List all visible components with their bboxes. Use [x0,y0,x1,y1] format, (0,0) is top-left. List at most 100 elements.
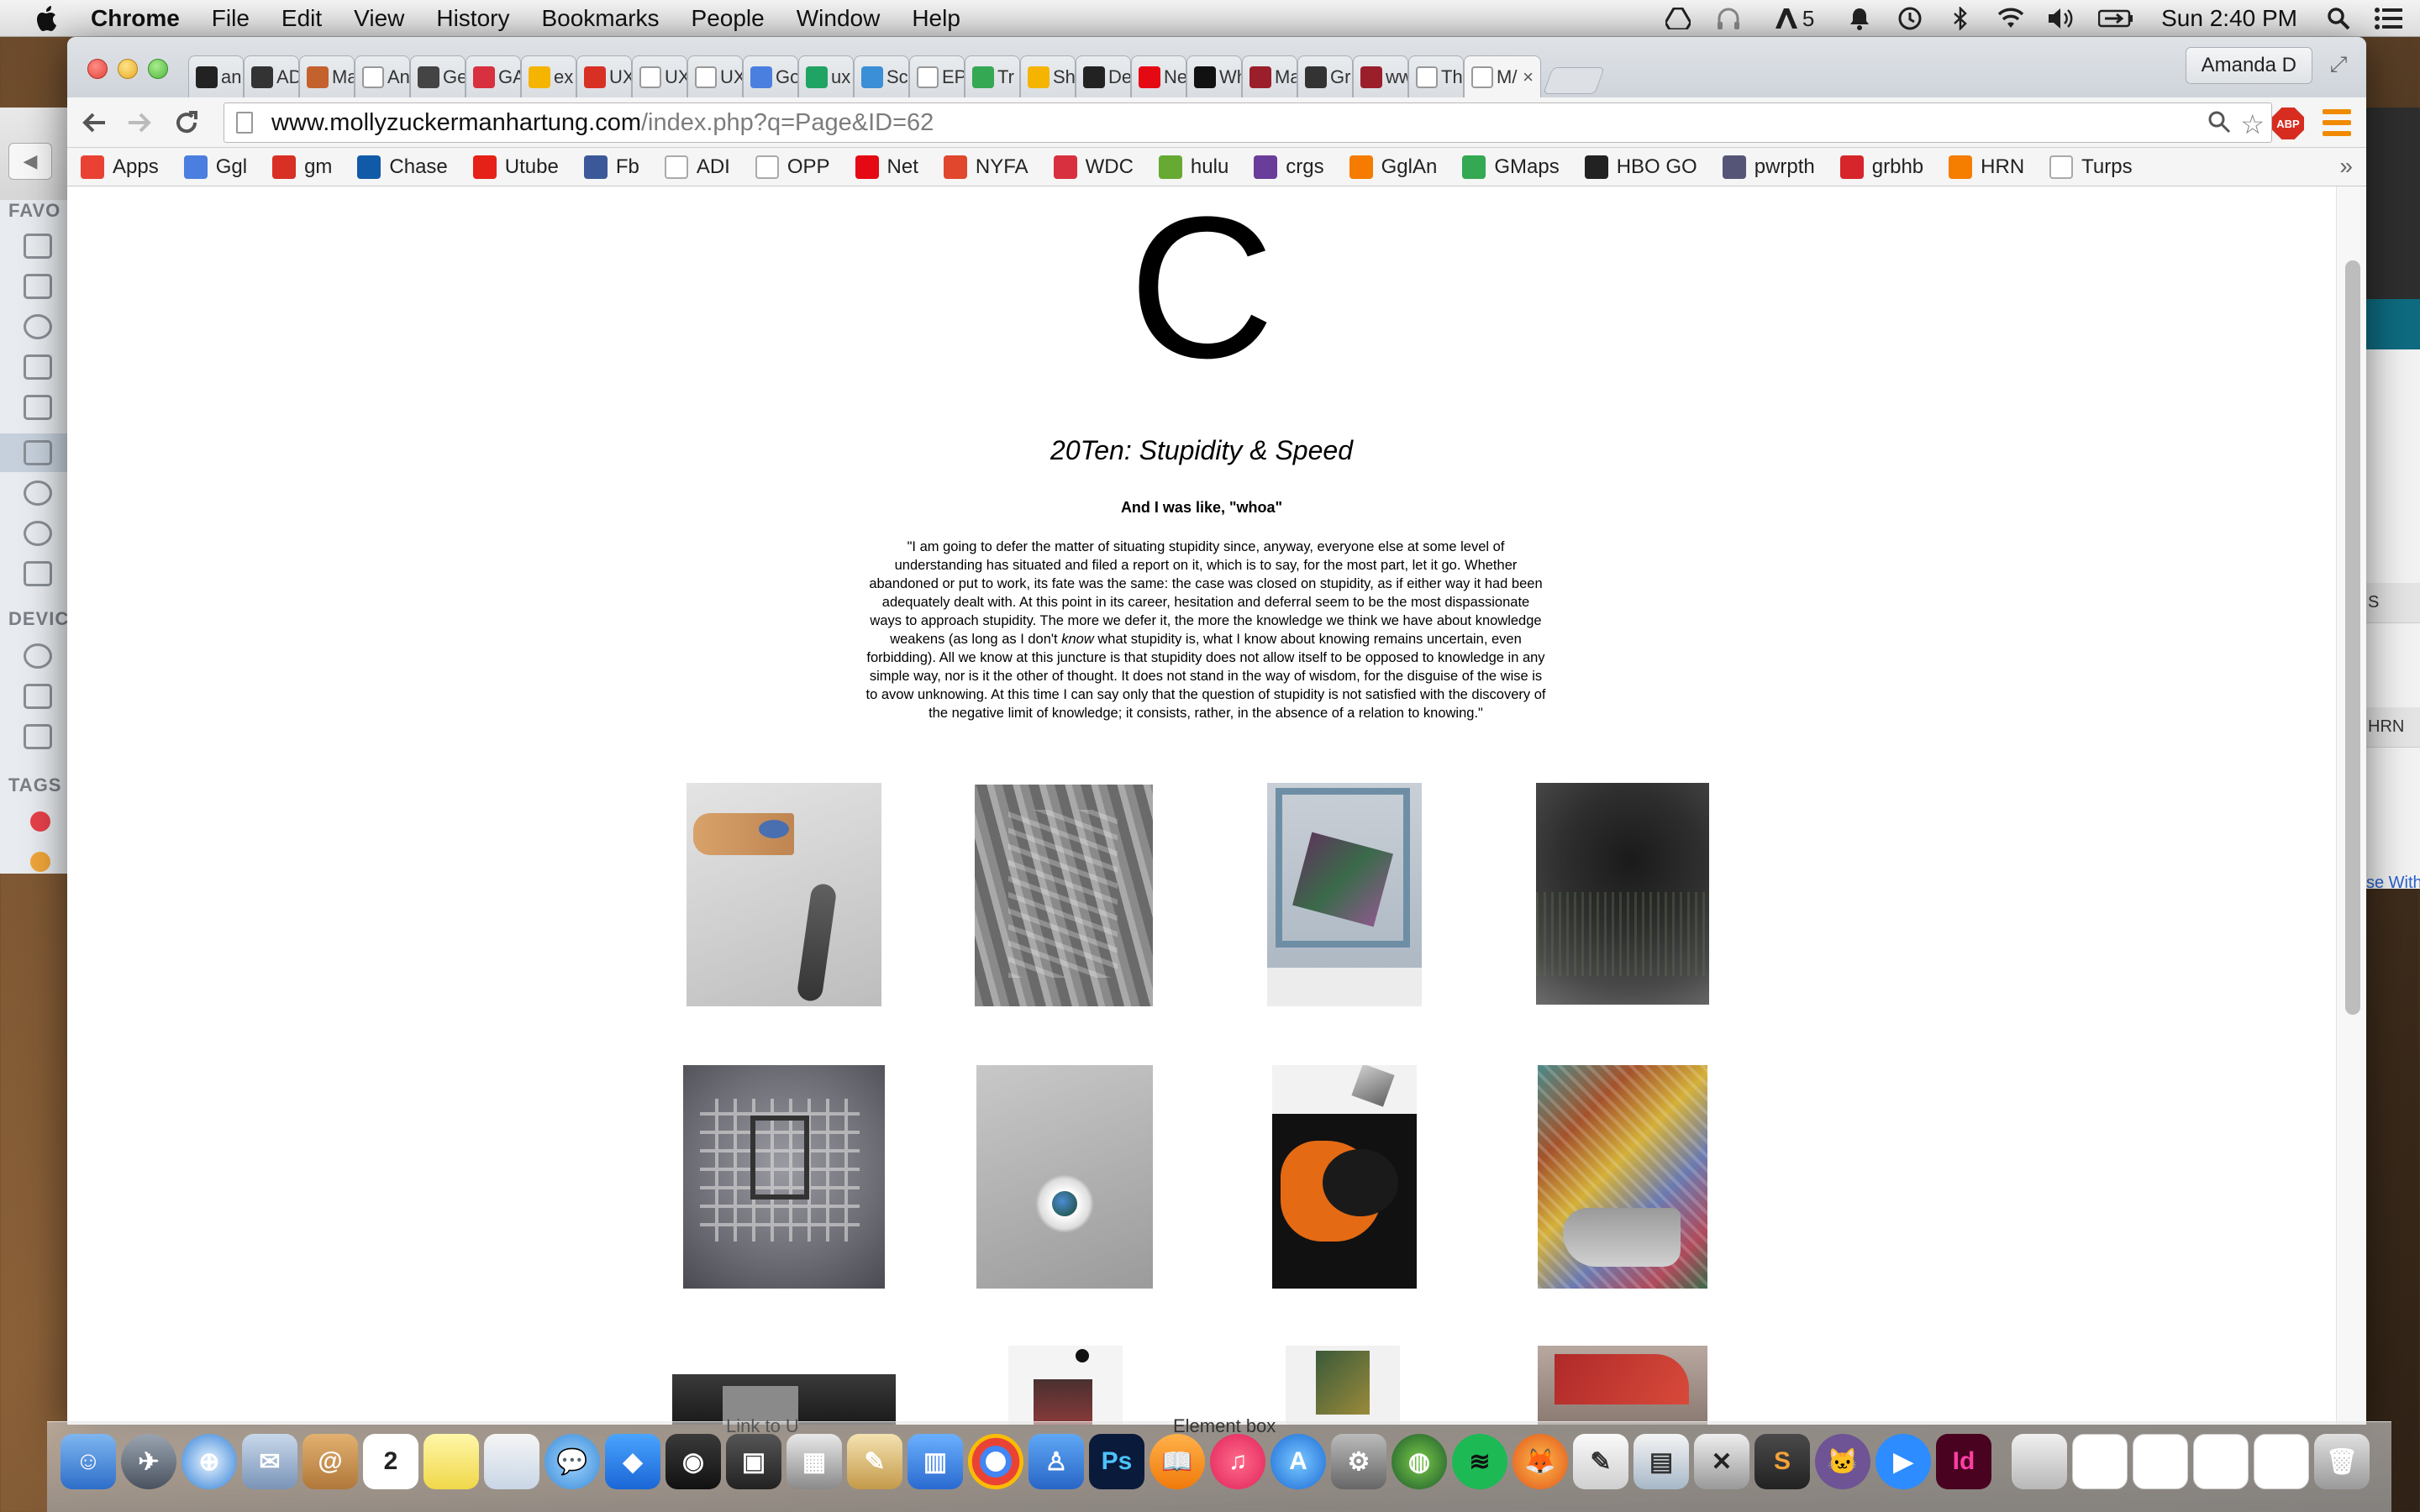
preview-icon[interactable]: ✎ [1573,1434,1628,1489]
artwork-thumbnail-1[interactable] [687,783,881,1006]
finder-back-button[interactable]: ◀ [8,143,52,180]
bookmark-item[interactable]: Utube [472,155,559,179]
red-tag-icon[interactable] [30,811,50,832]
photo-booth-icon[interactable]: ▣ [726,1434,781,1489]
screenshot-file-icon-1[interactable] [2072,1434,2128,1489]
drive-icon-2[interactable] [24,724,52,749]
new-tab-button[interactable] [1543,67,1605,94]
browser-tab[interactable]: EP [909,55,965,97]
keynote-icon[interactable]: ▥ [908,1434,963,1489]
browser-tab[interactable]: ux [798,55,854,97]
forward-button[interactable] [123,106,156,139]
bookmark-item[interactable]: Fb [583,155,639,179]
back-button[interactable] [77,106,111,139]
headphones-status-icon[interactable] [1714,6,1743,31]
screenshot-file-icon-3[interactable] [2193,1434,2249,1489]
browser-tab[interactable]: GA [466,55,521,97]
fullscreen-icon[interactable]: ⤢ [2326,51,2351,77]
firefox-icon[interactable]: 🦊 [1512,1434,1568,1489]
safari-icon[interactable]: ⊕ [182,1434,237,1489]
artwork-thumbnail-5[interactable] [683,1065,885,1289]
browser-tab[interactable]: Gr [1297,55,1353,97]
bookmark-item[interactable]: crgs [1254,155,1324,179]
artwork-thumbnail-3[interactable] [1267,783,1422,1006]
page-info-icon[interactable] [236,112,253,134]
messages-icon[interactable]: 💬 [544,1434,600,1489]
wifi-icon[interactable] [1996,6,2025,31]
bookmark-item[interactable]: hulu [1158,155,1228,179]
browser-tab[interactable]: Wh [1186,55,1242,97]
drive-icon[interactable] [24,684,52,709]
menu-view[interactable]: View [354,5,404,32]
close-tab-icon[interactable]: × [1523,66,1534,88]
app-store-icon[interactable]: A [1270,1434,1326,1489]
browser-tab[interactable]: Ma [299,55,355,97]
adobe-cc-status-icon[interactable]: 5 [1765,6,1823,31]
zoom-app-icon[interactable]: ▶ [1876,1434,1931,1489]
photoshop-icon[interactable]: Ps [1089,1434,1144,1489]
bookmark-item[interactable]: Turps [2049,155,2133,179]
orange-tag-icon[interactable] [30,852,50,872]
menu-people[interactable]: People [692,5,765,32]
spotify-icon[interactable]: ≋ [1452,1434,1507,1489]
folder-icon[interactable] [24,234,52,259]
profile-button[interactable]: Amanda D [2185,47,2312,84]
reminders-icon[interactable] [484,1434,539,1489]
menu-window[interactable]: Window [797,5,881,32]
textedit-icon[interactable]: ✎ [847,1434,902,1489]
github-desktop-icon[interactable]: 🐱 [1815,1434,1870,1489]
indesign-icon[interactable]: Id [1936,1434,1991,1489]
artwork-thumbnail-8[interactable] [1538,1065,1707,1289]
sublime-text-icon[interactable]: S [1754,1434,1810,1489]
mail-bird-icon[interactable]: ✉ [242,1434,297,1489]
browser-tab[interactable]: AD [244,55,299,97]
x11-icon[interactable]: ✕ [1694,1434,1749,1489]
browser-tab[interactable]: UX [576,55,632,97]
scrollbar-thumb[interactable] [2345,260,2360,1015]
downloads-icon[interactable] [24,480,52,506]
browser-tab[interactable]: Ma [1242,55,1297,97]
notes-icon[interactable] [424,1434,479,1489]
browser-tab[interactable]: Sh [1020,55,1076,97]
bookmark-item[interactable]: ADI [664,155,730,179]
artwork-thumbnail-2[interactable] [975,785,1153,1006]
documents-icon[interactable] [24,274,52,299]
browser-tab[interactable]: M/× [1464,55,1541,97]
bookmark-item[interactable]: OPP [755,155,830,179]
bookmark-item[interactable]: Net [855,155,918,179]
browser-tab[interactable]: Sc [854,55,909,97]
bookmark-item[interactable]: HRN [1949,155,2024,179]
browser-tab[interactable]: ex [521,55,576,97]
right-window-link[interactable]: se With [2366,874,2420,893]
browser-tab[interactable]: ww [1353,55,1408,97]
artwork-thumbnail-6[interactable] [976,1065,1153,1289]
chrome-menu-icon[interactable] [2323,109,2351,136]
bookmark-item[interactable]: HBO GO [1584,155,1697,179]
disc-icon[interactable] [24,643,52,669]
menu-app-chrome[interactable]: Chrome [91,5,180,32]
image-capture-icon[interactable]: ▦ [786,1434,842,1489]
browser-tab[interactable]: an [188,55,244,97]
bookmark-item[interactable]: Chase [357,155,448,179]
artwork-thumbnail-4[interactable] [1536,783,1709,1005]
browser-tab[interactable]: Ne [1131,55,1186,97]
browser-tab[interactable]: An [355,55,410,97]
bookmark-item[interactable]: GglAn [1349,155,1437,179]
page-scrollbar[interactable] [2336,186,2366,1425]
bluetooth-icon[interactable] [1946,6,1975,31]
bookmark-star-icon[interactable]: ☆ [2240,108,2265,140]
screenshot-file-icon-2[interactable] [2133,1434,2188,1489]
browser-tab[interactable]: De [1076,55,1131,97]
launchpad-icon[interactable]: ✈ [121,1434,176,1489]
bookmark-item[interactable]: NYFA [943,155,1028,179]
site-logo-letter[interactable]: C [67,186,2336,388]
menu-file[interactable]: File [212,5,250,32]
notification-center-icon[interactable] [2375,6,2403,31]
apple-menu-icon[interactable] [34,4,62,33]
menu-history[interactable]: History [436,5,509,32]
menu-bookmarks[interactable]: Bookmarks [541,5,659,32]
keynote-podium-icon[interactable]: ♙ [1028,1434,1084,1489]
spotlight-search-icon[interactable] [2324,6,2353,31]
zoom-magnifier-icon[interactable] [2207,110,2231,139]
bookmark-item[interactable]: grbhb [1839,155,1923,179]
